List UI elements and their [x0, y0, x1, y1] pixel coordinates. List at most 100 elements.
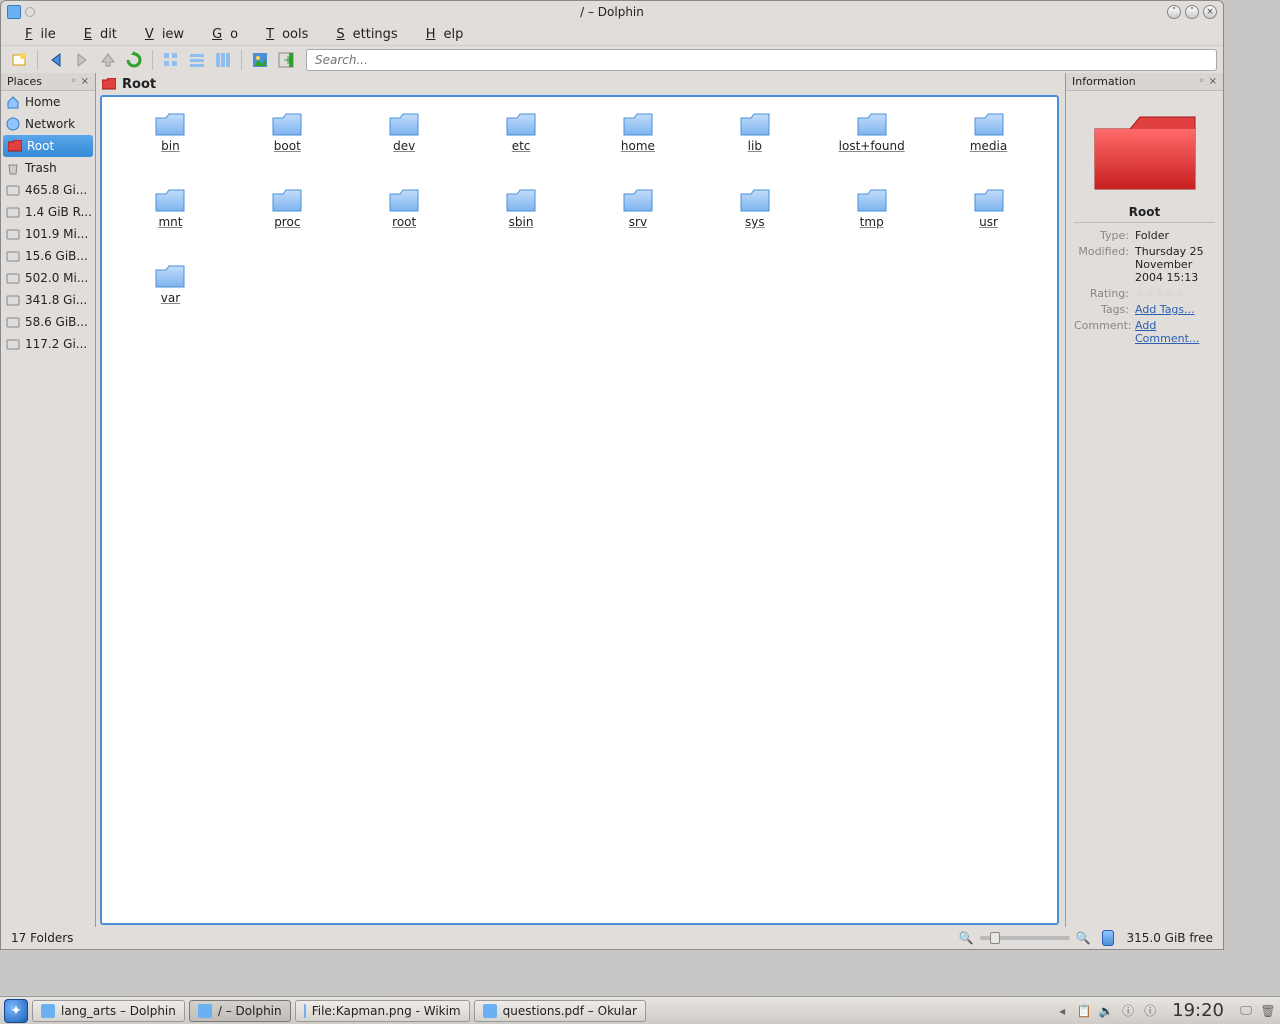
reload-button[interactable]: [122, 48, 146, 72]
places-item-1-4-gib-r-[interactable]: 1.4 GiB R...: [1, 201, 95, 223]
minimize-button[interactable]: ˅: [1167, 5, 1181, 19]
tray-volume-icon[interactable]: 🔉: [1098, 1003, 1114, 1019]
zoom-control[interactable]: 🔍 🔍: [959, 931, 1091, 945]
places-title: Places: [7, 75, 42, 88]
task-label: / – Dolphin: [218, 1004, 282, 1018]
task-file-kapman-png-wiki[interactable]: File:Kapman.png - Wikim: [295, 1000, 470, 1022]
info-rating-value: ☆☆☆☆☆: [1135, 287, 1215, 300]
folder-mnt[interactable]: mnt: [112, 183, 229, 259]
folder-bin[interactable]: bin: [112, 107, 229, 183]
titlebar[interactable]: / – Dolphin ˅ ˄ ×: [1, 1, 1223, 23]
places-close-icon[interactable]: ×: [81, 76, 89, 87]
folder-etc[interactable]: etc: [463, 107, 580, 183]
folder-tmp[interactable]: tmp: [813, 183, 930, 259]
menu-edit[interactable]: Edit: [68, 25, 125, 44]
root-icon: [7, 138, 23, 154]
tray-info-icon[interactable]: ⓘ: [1120, 1003, 1136, 1019]
tray-arrow-icon[interactable]: ◂: [1054, 1003, 1070, 1019]
folder-boot[interactable]: boot: [229, 107, 346, 183]
zoom-slider[interactable]: [980, 936, 1070, 940]
breadcrumb[interactable]: Root: [96, 73, 1065, 95]
task-lang-arts-dolphin[interactable]: lang_arts – Dolphin: [32, 1000, 185, 1022]
up-button[interactable]: [96, 48, 120, 72]
task-questions-pdf-okular[interactable]: questions.pdf – Okular: [474, 1000, 646, 1022]
folder-lost-found[interactable]: lost+found: [813, 107, 930, 183]
folder-var[interactable]: var: [112, 259, 229, 335]
maximize-button[interactable]: ˄: [1185, 5, 1199, 19]
task--dolphin[interactable]: / – Dolphin: [189, 1000, 291, 1022]
places-item-label: Network: [25, 117, 75, 131]
places-item-label: 58.6 GiB...: [25, 315, 88, 329]
folder-sys[interactable]: sys: [696, 183, 813, 259]
menu-file[interactable]: File: [9, 25, 64, 44]
places-item-465-8-gi-[interactable]: 465.8 Gi...: [1, 179, 95, 201]
folder-label: tmp: [860, 215, 884, 229]
zoom-in-icon[interactable]: 🔍: [1076, 931, 1091, 945]
file-view[interactable]: bin bootdevetchomeliblost+foundmedia mnt pr…: [100, 95, 1059, 925]
add-tags-link[interactable]: Add Tags...: [1135, 303, 1195, 316]
places-item-341-8-gi-[interactable]: 341.8 Gi...: [1, 289, 95, 311]
main-area: Root bin bootdevetchomeliblost+foundmedia…: [96, 73, 1065, 927]
task-app-icon: [304, 1004, 306, 1018]
search-input[interactable]: [306, 49, 1217, 71]
places-item-101-9-mi-[interactable]: 101.9 Mi...: [1, 223, 95, 245]
folder-label: root: [392, 215, 416, 229]
menu-go[interactable]: Go: [196, 25, 246, 44]
split-button[interactable]: +: [274, 48, 298, 72]
zoom-out-icon[interactable]: 🔍: [959, 931, 974, 945]
icons-view-button[interactable]: [159, 48, 183, 72]
info-close-icon[interactable]: ×: [1209, 76, 1217, 87]
folder-sbin[interactable]: sbin: [463, 183, 580, 259]
tray-clipboard-icon[interactable]: 📋: [1076, 1003, 1092, 1019]
folder-proc[interactable]: proc: [229, 183, 346, 259]
menu-tools[interactable]: Tools: [250, 25, 316, 44]
info-detach-icon[interactable]: ◦: [1199, 76, 1205, 87]
close-button[interactable]: ×: [1203, 5, 1217, 19]
places-item-117-2-gi-[interactable]: 117.2 Gi...: [1, 333, 95, 355]
add-comment-link[interactable]: Add Comment...: [1135, 319, 1199, 345]
new-tab-button[interactable]: [7, 48, 31, 72]
clock[interactable]: 19:20: [1164, 1000, 1232, 1021]
folder-lib[interactable]: lib: [696, 107, 813, 183]
places-item-root[interactable]: Root: [3, 135, 93, 157]
places-item-network[interactable]: Network: [1, 113, 95, 135]
kickoff-menu-button[interactable]: ✦: [4, 999, 28, 1023]
menubar: File Edit View Go Tools Settings Help: [1, 23, 1223, 45]
info-type-label: Type:: [1074, 229, 1129, 242]
places-item-15-6-gib-[interactable]: 15.6 GiB...: [1, 245, 95, 267]
folder-label: bin: [161, 139, 180, 153]
tray-info2-icon[interactable]: ⓘ: [1142, 1003, 1158, 1019]
columns-view-button[interactable]: [211, 48, 235, 72]
disk-usage-icon: [1102, 930, 1114, 946]
menu-help[interactable]: Help: [410, 25, 472, 44]
drive-icon: [5, 336, 21, 352]
folder-label: mnt: [158, 215, 182, 229]
folder-icon: [739, 187, 771, 213]
places-item-label: Root: [27, 139, 54, 153]
details-view-button[interactable]: [185, 48, 209, 72]
folder-label: sbin: [509, 215, 534, 229]
tray-trash-icon[interactable]: 🗑: [1260, 1003, 1276, 1019]
folder-usr[interactable]: usr: [930, 183, 1047, 259]
menu-view[interactable]: View: [129, 25, 192, 44]
folder-root[interactable]: root: [346, 183, 463, 259]
forward-button[interactable]: [70, 48, 94, 72]
tray-desktop-icon[interactable]: 🖵: [1238, 1003, 1254, 1019]
folder-icon: [271, 111, 303, 137]
places-item-trash[interactable]: Trash: [1, 157, 95, 179]
places-item-home[interactable]: Home: [1, 91, 95, 113]
folder-dev[interactable]: dev: [346, 107, 463, 183]
menu-settings[interactable]: Settings: [320, 25, 405, 44]
places-detach-icon[interactable]: ◦: [71, 76, 77, 87]
search-box[interactable]: [306, 49, 1217, 71]
drive-icon: [5, 182, 21, 198]
folder-label: srv: [629, 215, 647, 229]
places-item-58-6-gib-[interactable]: 58.6 GiB...: [1, 311, 95, 333]
folder-home[interactable]: home: [580, 107, 697, 183]
folder-media[interactable]: media: [930, 107, 1047, 183]
places-item-502-0-mi-[interactable]: 502.0 Mi...: [1, 267, 95, 289]
places-item-label: 15.6 GiB...: [25, 249, 88, 263]
folder-srv[interactable]: srv: [580, 183, 697, 259]
preview-button[interactable]: [248, 48, 272, 72]
back-button[interactable]: [44, 48, 68, 72]
